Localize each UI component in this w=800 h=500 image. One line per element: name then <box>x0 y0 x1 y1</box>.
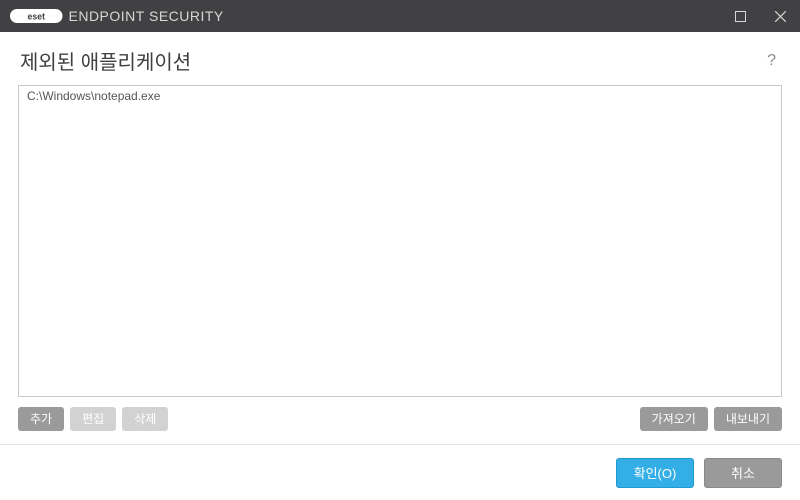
ok-button[interactable]: 확인(O) <box>616 458 694 488</box>
help-button[interactable]: ? <box>763 50 780 72</box>
import-button[interactable]: 가져오기 <box>640 407 708 431</box>
page-title: 제외된 애플리케이션 <box>20 46 191 75</box>
add-button[interactable]: 추가 <box>18 407 64 431</box>
right-actions: 가져오기 내보내기 <box>640 407 782 431</box>
help-icon: ? <box>767 52 776 69</box>
edit-button[interactable]: 편집 <box>70 407 116 431</box>
delete-button[interactable]: 삭제 <box>122 407 168 431</box>
titlebar: eset ENDPOINT SECURITY <box>0 0 800 32</box>
cancel-button[interactable]: 취소 <box>704 458 782 488</box>
dialog-footer: 확인(O) 취소 <box>0 444 800 500</box>
eset-logo-icon: eset <box>10 9 63 23</box>
svg-text:eset: eset <box>27 12 45 22</box>
maximize-icon <box>735 11 746 22</box>
list-actions-row: 추가 편집 삭제 가져오기 내보내기 <box>18 407 782 431</box>
excluded-apps-list[interactable]: C:\Windows\notepad.exe <box>18 85 782 397</box>
content: C:\Windows\notepad.exe 추가 편집 삭제 가져오기 내보내… <box>0 85 800 431</box>
left-actions: 추가 편집 삭제 <box>18 407 168 431</box>
titlebar-brand: eset ENDPOINT SECURITY <box>10 8 224 24</box>
header-row: 제외된 애플리케이션 ? <box>0 32 800 85</box>
close-icon <box>775 11 786 22</box>
export-button[interactable]: 내보내기 <box>714 407 782 431</box>
list-item[interactable]: C:\Windows\notepad.exe <box>19 86 781 106</box>
close-button[interactable] <box>760 0 800 32</box>
maximize-button[interactable] <box>720 0 760 32</box>
window-controls <box>720 0 800 32</box>
product-name: ENDPOINT SECURITY <box>69 8 224 24</box>
